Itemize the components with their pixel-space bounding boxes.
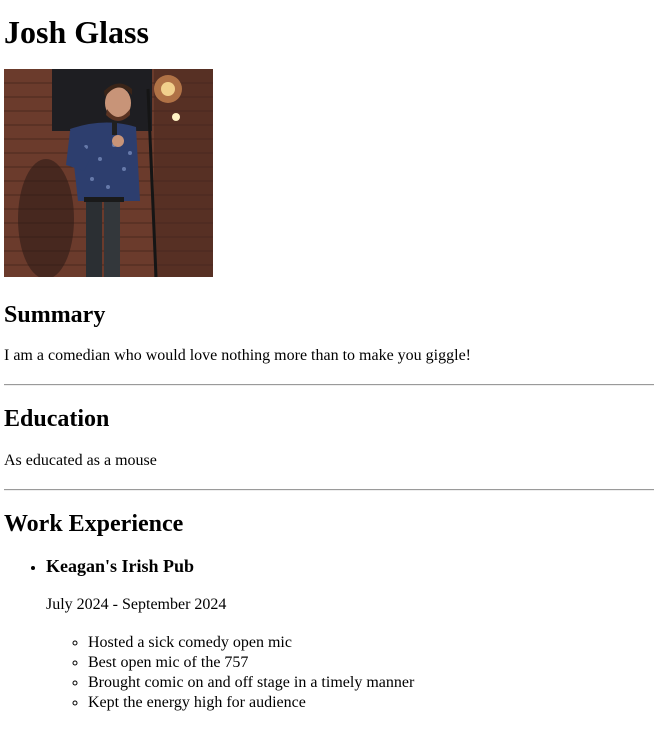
section-divider: [4, 489, 654, 492]
work-experience-section: Work Experience Keagan's Irish Pub July …: [4, 511, 654, 713]
duty-item: Brought comic on and off stage in a time…: [88, 673, 654, 693]
duty-list: Hosted a sick comedy open mic Best open …: [46, 633, 654, 713]
duty-item: Kept the energy high for audience: [88, 693, 654, 713]
summary-text: I am a comedian who would love nothing m…: [4, 346, 471, 364]
education-heading: Education: [4, 406, 110, 433]
summary-section: Summary I am a comedian who would love n…: [4, 302, 654, 366]
job-list: Keagan's Irish Pub July 2024 - September…: [4, 555, 654, 713]
duty-item: Best open mic of the 757: [88, 653, 654, 673]
job-item: Keagan's Irish Pub July 2024 - September…: [46, 555, 654, 713]
work-experience-heading: Work Experience: [4, 511, 184, 538]
profile-photo: [4, 68, 213, 277]
summary-heading: Summary: [4, 301, 106, 328]
duty-item: Hosted a sick comedy open mic: [88, 633, 654, 653]
page-title: Josh Glass: [4, 14, 149, 50]
job-title: Keagan's Irish Pub: [46, 555, 195, 576]
profile-photo-illustration: [4, 68, 213, 277]
education-text: As educated as a mouse: [4, 451, 157, 469]
education-section: Education As educated as a mouse: [4, 406, 654, 470]
section-divider: [4, 384, 654, 387]
job-dates: July 2024 - September 2024: [46, 596, 227, 614]
resume-page: Josh Glass Summary I am a comedian who w…: [0, 14, 658, 713]
